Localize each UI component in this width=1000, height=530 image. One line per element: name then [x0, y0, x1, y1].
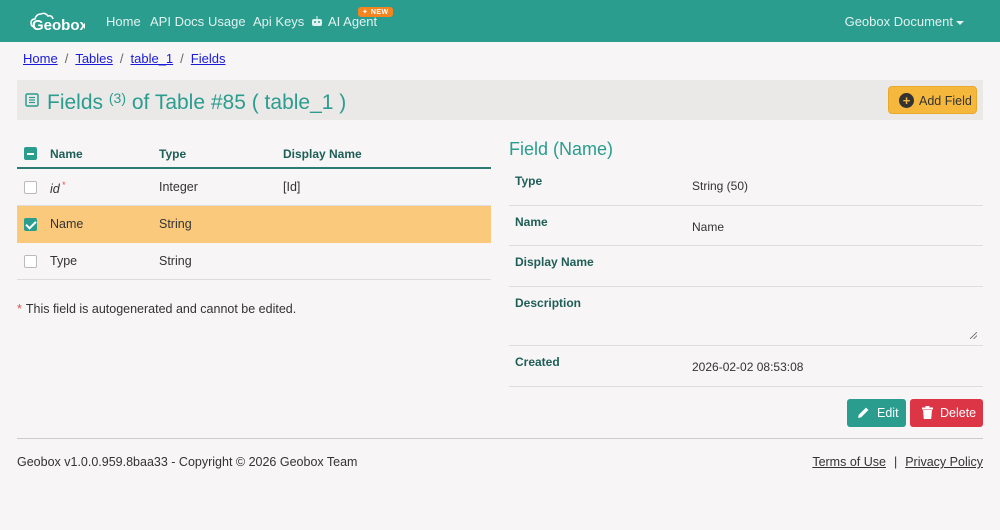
column-header-display-name[interactable]: Display Name	[283, 147, 362, 161]
breadcrumb-tables[interactable]: Tables	[75, 51, 113, 66]
detail-row-created: Created 2026-02-02 08:53:08	[509, 346, 983, 387]
new-badge: ✦ NEW	[358, 7, 393, 17]
new-badge-label: NEW	[370, 9, 389, 16]
field-type-cell: String	[159, 217, 192, 231]
row-checkbox[interactable]	[24, 218, 37, 231]
detail-label: Description	[515, 296, 582, 310]
detail-row-type: Type String (50)	[509, 165, 983, 206]
autogenerated-note: * This field is autogenerated and cannot …	[17, 302, 296, 316]
nav-api-keys[interactable]: Api Keys	[253, 14, 304, 29]
breadcrumb-separator: /	[64, 51, 69, 66]
footer-links: Terms of Use | Privacy Policy	[812, 455, 983, 469]
nav-usage[interactable]: Usage	[208, 14, 246, 29]
detail-label: Created	[515, 355, 560, 369]
field-name-cell: id *	[50, 180, 65, 196]
detail-value: Name	[692, 220, 725, 234]
add-field-button[interactable]: + Add Field	[888, 86, 977, 114]
select-all-checkbox[interactable]	[24, 147, 37, 160]
breadcrumb-fields[interactable]: Fields	[191, 51, 226, 66]
field-count: (3)	[108, 90, 126, 106]
account-label: Geobox Document	[844, 14, 953, 29]
detail-row-display-name: Display Name	[509, 246, 983, 287]
detail-row-description: Description	[509, 287, 983, 346]
account-dropdown[interactable]: Geobox Document	[845, 14, 964, 29]
column-header-type[interactable]: Type	[159, 147, 186, 161]
edit-label: Edit	[877, 406, 899, 420]
row-checkbox[interactable]	[24, 255, 37, 268]
resize-handle-icon[interactable]	[970, 332, 977, 339]
robot-icon	[312, 16, 322, 26]
field-type-cell: Integer	[159, 180, 198, 194]
detail-label: Display Name	[515, 255, 594, 269]
sparkle-icon: ✦	[362, 9, 371, 16]
table-row[interactable]: Type String	[17, 243, 491, 280]
geobox-logo[interactable]: Geobox	[29, 9, 85, 33]
chevron-down-icon	[956, 20, 964, 25]
breadcrumb-home[interactable]: Home	[23, 51, 58, 66]
field-name-cell: Name	[50, 217, 84, 231]
breadcrumb-separator: /	[180, 51, 184, 66]
table-row-selected[interactable]: Name String	[17, 206, 491, 243]
detail-row-name: Name Name	[509, 206, 983, 246]
table-header: Name Type Display Name	[17, 140, 491, 169]
field-name: id	[50, 182, 60, 197]
field-type-cell: String	[159, 254, 192, 268]
field-display-name-cell: [Id]	[283, 180, 301, 194]
column-header-name[interactable]: Name	[50, 147, 83, 161]
plus-circle-icon: +	[899, 93, 914, 108]
detail-label: Type	[515, 174, 543, 188]
delete-button[interactable]: Delete	[910, 399, 983, 427]
note-star: *	[17, 302, 22, 316]
list-icon	[25, 93, 39, 107]
footer-version: Geobox v1.0.0.959.8baa33 - Copyright © 2…	[17, 455, 358, 469]
trash-icon	[922, 406, 933, 419]
page-header: Fields (3) of Table #85 ( table_1 ) + Ad…	[17, 80, 983, 120]
detail-value: String (50)	[692, 179, 749, 193]
top-navbar: Geobox Home API Docs Usage Api Keys AI A…	[0, 0, 1000, 42]
detail-title: Field (Name)	[509, 139, 614, 159]
nav-api-docs[interactable]: API Docs	[150, 14, 204, 29]
privacy-policy-link[interactable]: Privacy Policy	[905, 455, 983, 469]
table-row[interactable]: id * Integer [Id]	[17, 169, 491, 206]
footer-separator: |	[893, 455, 898, 469]
delete-label: Delete	[940, 406, 977, 420]
required-marker: *	[61, 180, 66, 190]
pencil-icon	[858, 407, 869, 418]
nav-home[interactable]: Home	[106, 14, 141, 29]
note-text: This field is autogenerated and cannot b…	[25, 302, 297, 316]
detail-label: Name	[515, 215, 548, 229]
breadcrumb: Home / Tables / table_1 / Fields	[23, 51, 225, 66]
breadcrumb-separator: /	[119, 51, 124, 66]
fields-table: Name Type Display Name id * Integer [Id] …	[17, 140, 491, 280]
row-checkbox[interactable]	[24, 181, 37, 194]
field-name-cell: Type	[50, 254, 78, 268]
add-field-label: Add Field	[919, 94, 972, 108]
page-title-suffix: of Table #85 ( table_1 )	[131, 91, 347, 114]
breadcrumb-table[interactable]: table_1	[131, 51, 174, 66]
footer-divider	[17, 438, 983, 439]
page-title-main: Fields	[47, 91, 104, 114]
detail-value: 2026-02-02 08:53:08	[692, 360, 804, 374]
svg-text:Geobox: Geobox	[32, 17, 85, 33]
edit-button[interactable]: Edit	[847, 399, 906, 427]
terms-of-use-link[interactable]: Terms of Use	[812, 455, 886, 469]
page-title: Fields (3) of Table #85 ( table_1 )	[47, 88, 346, 115]
